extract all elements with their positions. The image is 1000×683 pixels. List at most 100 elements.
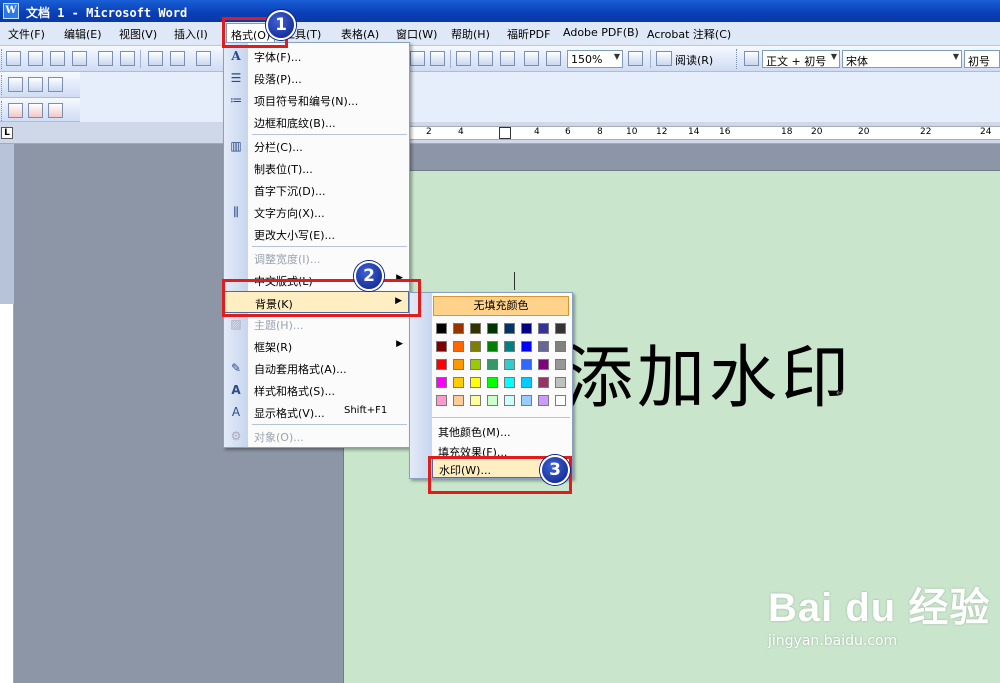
read-mode-icon[interactable] [656, 51, 672, 66]
color-swatch[interactable] [555, 323, 566, 334]
acrobat-pdf-icon[interactable] [8, 103, 23, 118]
color-swatch[interactable] [470, 377, 481, 388]
color-swatch[interactable] [504, 341, 515, 352]
menu-item-tabs[interactable]: 制表位(T)... [224, 157, 409, 179]
document-text[interactable]: 添加水印 [565, 322, 853, 421]
permission-icon[interactable] [72, 51, 87, 66]
tab-selector[interactable]: L [1, 127, 13, 139]
color-swatch[interactable] [521, 323, 532, 334]
no-fill-button[interactable]: 无填充颜色 [433, 296, 569, 316]
color-swatch[interactable] [436, 377, 447, 388]
document-map-icon[interactable] [500, 51, 515, 66]
color-swatch[interactable] [555, 377, 566, 388]
color-swatch[interactable] [555, 359, 566, 370]
cut-icon[interactable] [196, 51, 211, 66]
insert-table-icon[interactable] [410, 51, 425, 66]
color-swatch[interactable] [487, 359, 498, 370]
print-preview-icon[interactable] [120, 51, 135, 66]
menu-item-borders-shading[interactable]: 边框和底纹(B)... [224, 111, 409, 133]
menu-table[interactable]: 表格(A) [341, 26, 379, 42]
menu-adobe-pdf[interactable]: Adobe PDF(B) [563, 26, 639, 39]
style-dropdown[interactable]: 正文 + 初号 ▼ [762, 50, 840, 68]
color-swatch[interactable] [470, 341, 481, 352]
color-swatch[interactable] [487, 323, 498, 334]
color-swatch[interactable] [504, 377, 515, 388]
color-swatch[interactable] [504, 359, 515, 370]
more-colors-item[interactable]: 其他颜色(M)... [432, 421, 572, 441]
color-swatch[interactable] [470, 395, 481, 406]
menu-item-bullets-numbering[interactable]: ≔ 项目符号和编号(N)... [224, 89, 409, 111]
toolbar-grip[interactable] [1, 75, 4, 95]
toolbar-grip[interactable] [1, 49, 4, 69]
color-swatch[interactable] [504, 395, 515, 406]
color-swatch[interactable] [504, 323, 515, 334]
menu-item-change-case[interactable]: 更改大小写(E)... [224, 223, 409, 245]
pdf-convert-icon[interactable] [8, 77, 23, 92]
menu-help[interactable]: 帮助(H) [451, 26, 490, 42]
color-swatch[interactable] [436, 359, 447, 370]
menu-item-text-direction[interactable]: ⫼ 文字方向(X)... [224, 201, 409, 223]
menu-insert[interactable]: 插入(I) [174, 26, 208, 42]
color-swatch[interactable] [487, 377, 498, 388]
vertical-ruler[interactable] [0, 144, 14, 683]
research-icon[interactable] [170, 51, 185, 66]
menu-file[interactable]: 文件(F) [8, 26, 45, 42]
color-swatch[interactable] [521, 395, 532, 406]
print-icon[interactable] [98, 51, 113, 66]
show-hide-icon[interactable] [524, 51, 539, 66]
color-swatch[interactable] [555, 341, 566, 352]
menu-item-columns[interactable]: ▥ 分栏(C)... [224, 135, 409, 157]
color-swatch[interactable] [538, 359, 549, 370]
color-swatch[interactable] [453, 377, 464, 388]
color-swatch[interactable] [453, 395, 464, 406]
menu-item-font[interactable]: A 字体(F)... [224, 45, 409, 67]
color-swatch[interactable] [436, 341, 447, 352]
word-app-icon[interactable]: W [3, 3, 19, 19]
drawing-icon[interactable] [478, 51, 493, 66]
spelling-icon[interactable] [148, 51, 163, 66]
color-swatch[interactable] [538, 377, 549, 388]
new-document-icon[interactable] [6, 51, 21, 66]
color-swatch[interactable] [538, 341, 549, 352]
color-swatch[interactable] [470, 323, 481, 334]
pdf-settings-icon[interactable] [48, 77, 63, 92]
toolbar-grip[interactable] [1, 101, 4, 121]
menu-item-drop-cap[interactable]: 首字下沉(D)... [224, 179, 409, 201]
styles-formatting-icon[interactable] [744, 51, 759, 66]
menu-acrobat-comments[interactable]: Acrobat 注释(C) [647, 26, 731, 42]
menu-item-reveal-formatting[interactable]: A 显示格式(V)... Shift+F1 [224, 401, 409, 423]
color-swatch[interactable] [521, 359, 532, 370]
zoom-dropdown[interactable]: 150% ▼ [567, 50, 623, 68]
color-swatch[interactable] [521, 377, 532, 388]
pointer-icon[interactable] [546, 51, 561, 66]
menu-view[interactable]: 视图(V) [119, 26, 157, 42]
menu-window[interactable]: 窗口(W) [396, 26, 437, 42]
acrobat-review-icon[interactable] [48, 103, 63, 118]
font-dropdown[interactable]: 宋体 ▼ [842, 50, 962, 68]
menu-item-styles-formatting[interactable]: A 样式和格式(S)... [224, 379, 409, 401]
color-swatch[interactable] [436, 395, 447, 406]
read-mode-label[interactable]: 阅读(R) [675, 52, 713, 68]
menu-edit[interactable]: 编辑(E) [64, 26, 102, 42]
menu-item-autoformat[interactable]: ✎ 自动套用格式(A)... [224, 357, 409, 379]
color-swatch[interactable] [470, 359, 481, 370]
color-swatch[interactable] [453, 341, 464, 352]
color-swatch[interactable] [487, 395, 498, 406]
columns-icon[interactable] [456, 51, 471, 66]
color-swatch[interactable] [521, 341, 532, 352]
color-swatch[interactable] [538, 323, 549, 334]
menu-item-frames[interactable]: 框架(R) ▶ [224, 335, 409, 357]
color-swatch[interactable] [487, 341, 498, 352]
color-swatch[interactable] [538, 395, 549, 406]
color-swatch[interactable] [453, 359, 464, 370]
color-swatch[interactable] [555, 395, 566, 406]
menu-foxit-pdf[interactable]: 福昕PDF [507, 26, 550, 42]
indent-marker[interactable] [499, 127, 511, 139]
save-icon[interactable] [50, 51, 65, 66]
font-size-dropdown[interactable]: 初号 [964, 50, 1000, 68]
color-swatch[interactable] [436, 323, 447, 334]
horizontal-ruler[interactable]: L 2 4 4 6 8 10 12 14 16 18 20 20 22 24 [0, 122, 1000, 144]
insert-excel-icon[interactable] [430, 51, 445, 66]
color-swatch[interactable] [453, 323, 464, 334]
open-folder-icon[interactable] [28, 51, 43, 66]
